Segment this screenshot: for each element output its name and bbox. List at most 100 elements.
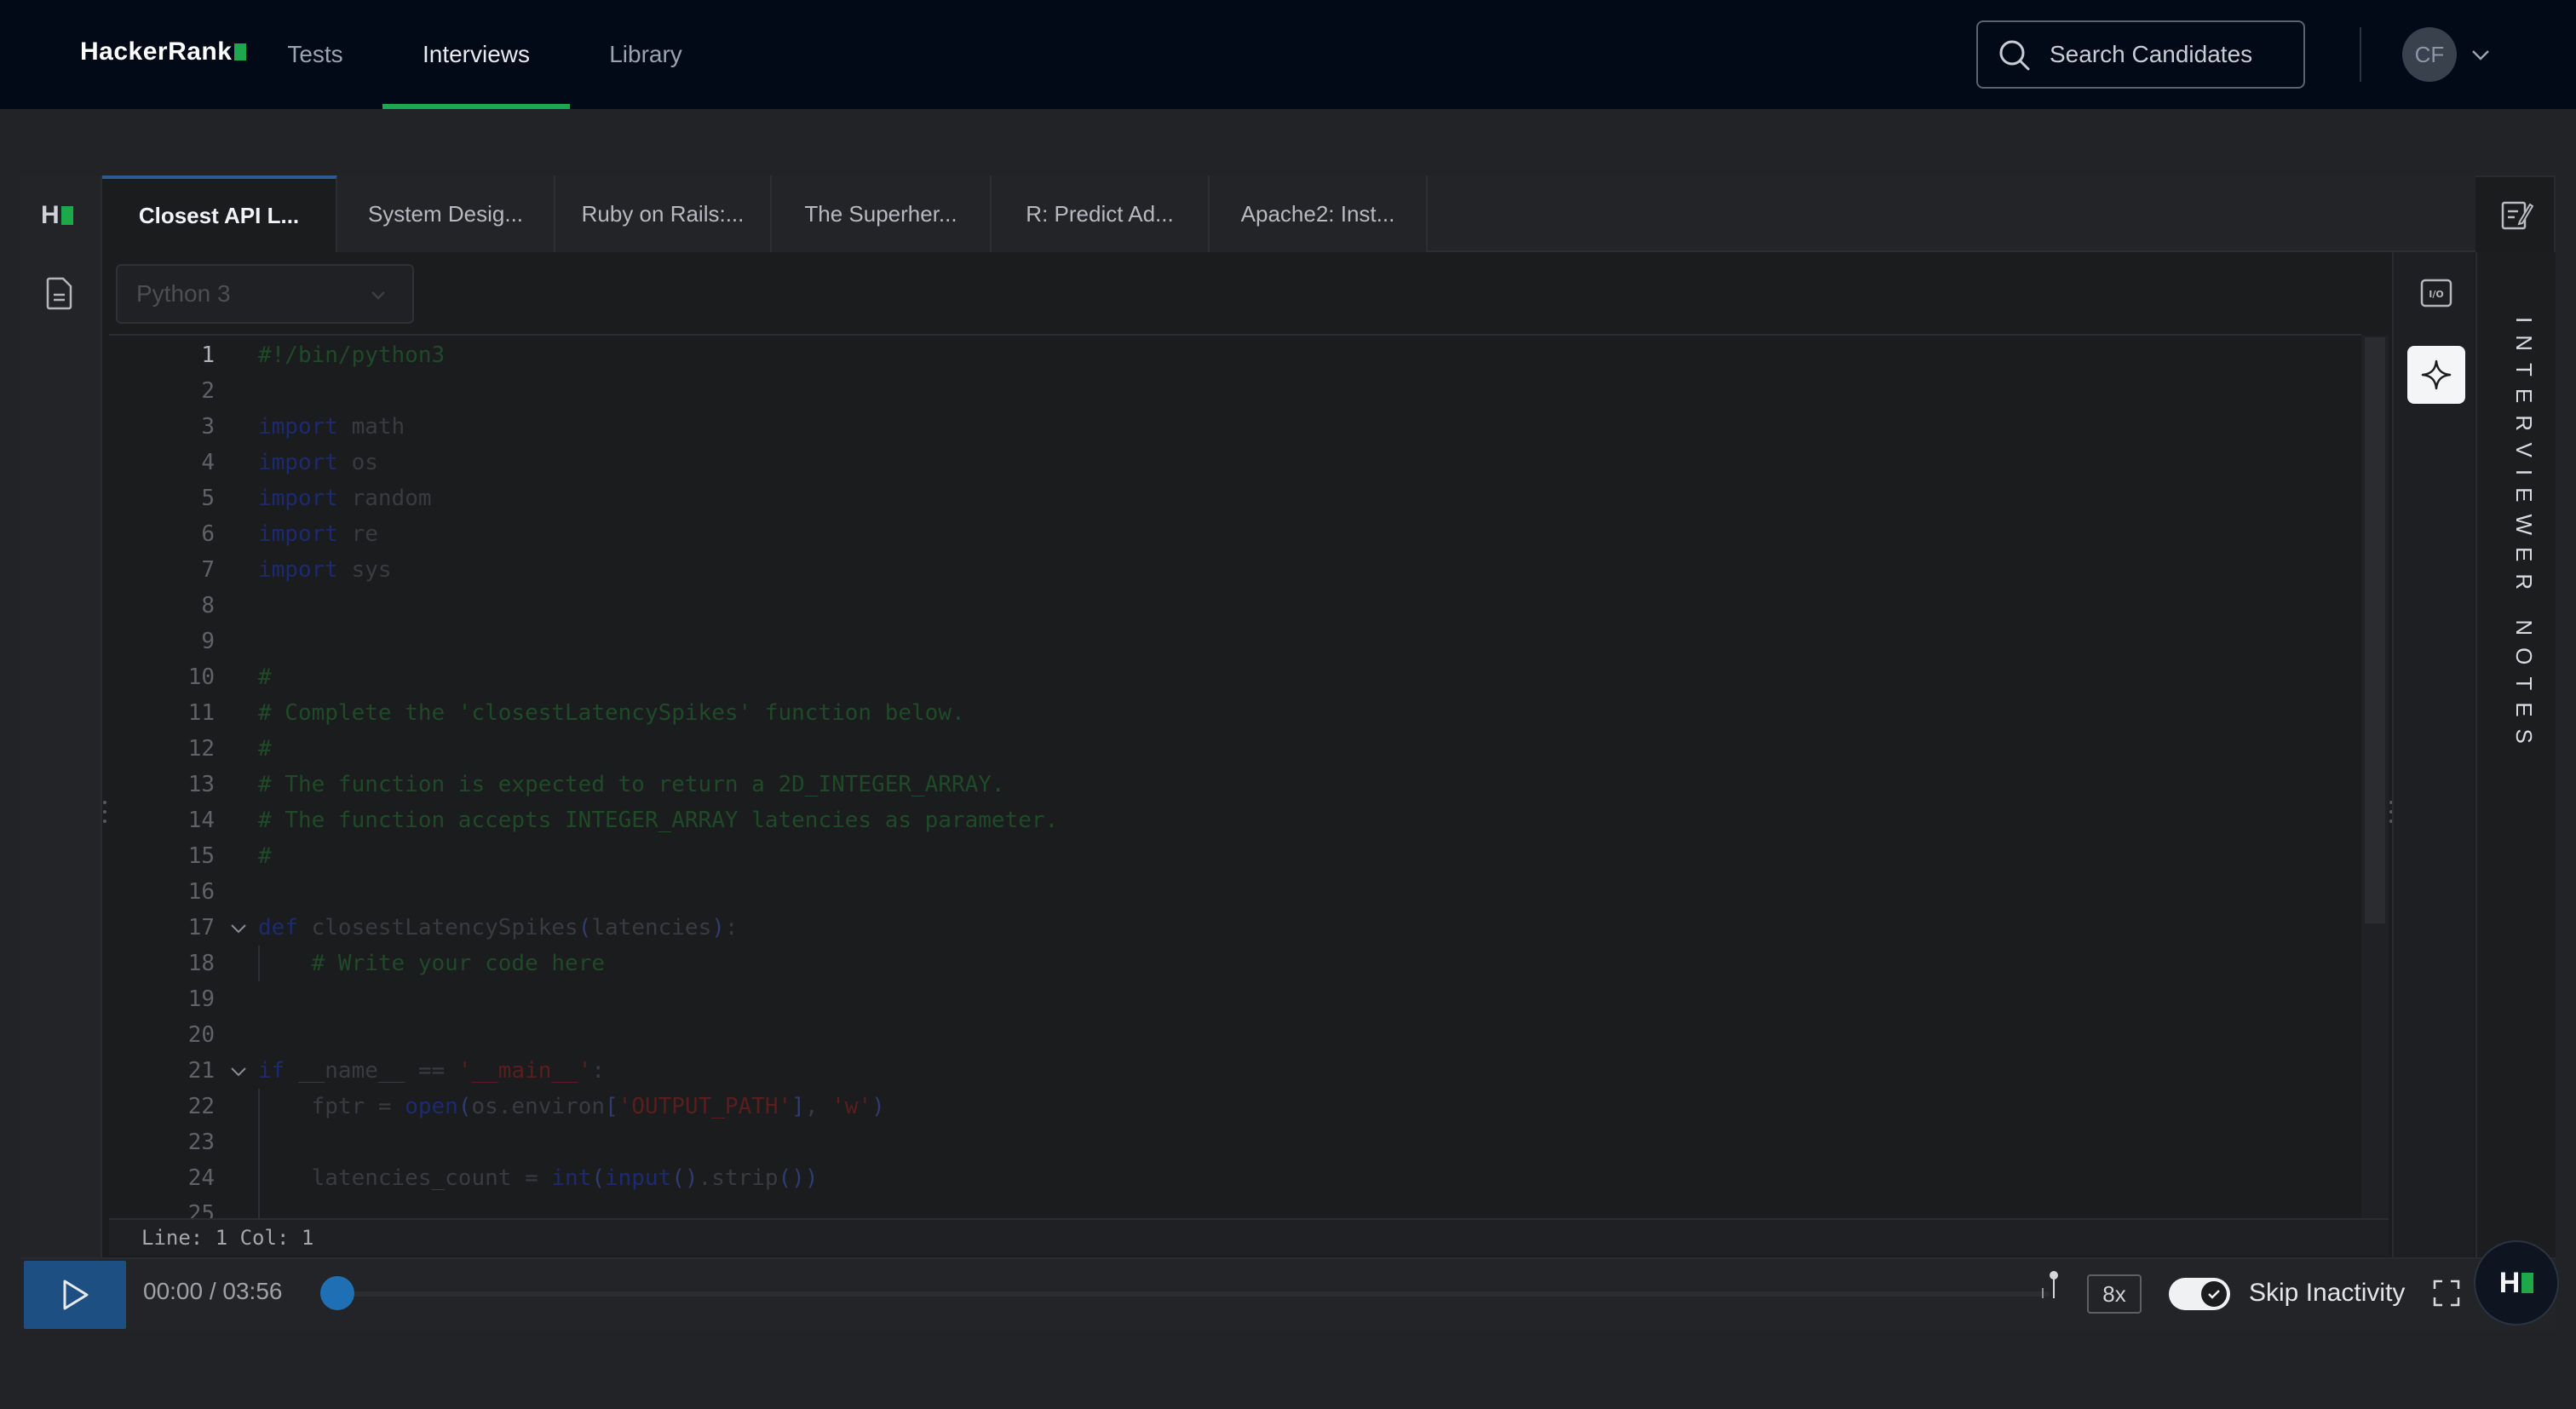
question-tab[interactable]: Apache2: Inst... [1210, 175, 1428, 252]
line-number: 21 [187, 1058, 215, 1084]
line-number: 7 [201, 557, 215, 583]
code-text: import os [258, 445, 378, 480]
code-token: if [258, 1058, 285, 1084]
code-text: #!/bin/python3 [258, 337, 445, 373]
code-line[interactable]: 20 [109, 1017, 2361, 1053]
playback-scrubber[interactable] [320, 1276, 354, 1310]
question-tab[interactable]: The Superher... [772, 175, 992, 252]
fab-label: H [2498, 1266, 2521, 1299]
chevron-down-icon[interactable] [2469, 43, 2493, 66]
playback-speed-button[interactable]: 8x [2087, 1274, 2142, 1314]
code-line[interactable]: 8 [109, 588, 2361, 624]
nav-tab-label: Interviews [422, 41, 531, 67]
nav-tab-tests[interactable]: Tests [281, 0, 349, 109]
line-number: 8 [201, 593, 215, 618]
code-line[interactable]: 11 # Complete the 'closestLatencySpikes' … [109, 695, 2361, 731]
avatar-initials: CF [2414, 41, 2445, 67]
code-line[interactable]: 18 # Write your code here [109, 946, 2361, 981]
line-number: 14 [187, 808, 215, 833]
code-text: import sys [258, 552, 392, 588]
code-token: os [337, 450, 378, 475]
code-line[interactable]: 22 fptr = open(os.environ['OUTPUT_PATH']… [109, 1089, 2361, 1124]
code-text: def closestLatencySpikes(latencies): [258, 910, 739, 946]
ai-assist-button[interactable] [2407, 346, 2465, 404]
skip-inactivity-toggle[interactable] [2169, 1278, 2230, 1310]
nav-tab-label: Tests [287, 41, 343, 67]
fold-chevron-icon[interactable] [228, 1061, 249, 1082]
question-tab-label: The Superher... [804, 200, 957, 227]
question-tab[interactable]: System Desig... [337, 175, 555, 252]
resize-handle-icon[interactable] [102, 799, 107, 825]
code-line[interactable]: 13 # The function is expected to return a… [109, 767, 2361, 802]
code-text: latencies_count = int(input().strip()) [258, 1160, 819, 1196]
code-token: input [605, 1165, 672, 1191]
fullscreen-icon[interactable] [2433, 1280, 2460, 1307]
code-line[interactable]: 17 def closestLatencySpikes(latencies): [109, 910, 2361, 946]
code-text: import random [258, 480, 432, 516]
line-number: 20 [187, 1022, 215, 1048]
nav-tab-interviews[interactable]: Interviews [382, 0, 570, 109]
nav-tab-library[interactable]: Library [596, 0, 695, 109]
timeline-marker-icon [2042, 1271, 2058, 1298]
code-token: [ [605, 1094, 618, 1119]
fold-chevron-icon[interactable] [228, 918, 249, 939]
question-tab[interactable]: Ruby on Rails:... [555, 175, 772, 252]
avatar[interactable]: CF [2402, 27, 2457, 82]
playback-timeline[interactable] [337, 1291, 2050, 1297]
code-line[interactable]: 10 # [109, 659, 2361, 695]
code-line[interactable]: 1 #!/bin/python3 [109, 337, 2361, 373]
code-line[interactable]: 24 latencies_count = int(input().strip()… [109, 1160, 2361, 1196]
code-line[interactable]: 9 [109, 624, 2361, 659]
code-text: import math [258, 409, 405, 445]
question-tab[interactable]: Closest API L... [102, 175, 337, 252]
editor-status-bar: Line: 1 Col: 1 [109, 1218, 2389, 1256]
line-number: 16 [187, 879, 215, 905]
line-number: 25 [187, 1201, 215, 1218]
code-line[interactable]: 7 import sys [109, 552, 2361, 588]
code-line[interactable]: 16 [109, 874, 2361, 910]
language-select[interactable]: Python 3 [116, 264, 414, 324]
code-token: ) [871, 1094, 885, 1119]
playback-speed-value: 8x [2102, 1280, 2126, 1307]
document-icon[interactable] [44, 276, 75, 310]
code-line[interactable]: 19 [109, 981, 2361, 1017]
code-line[interactable]: 14 # The function accepts INTEGER_ARRAY l… [109, 802, 2361, 838]
line-number: 11 [187, 700, 215, 726]
code-line[interactable]: 15 # [109, 838, 2361, 874]
line-number: 9 [201, 629, 215, 654]
code-line[interactable]: 12 # [109, 731, 2361, 767]
code-token: .strip [698, 1165, 779, 1191]
code-line[interactable]: 3 import math [109, 409, 2361, 445]
code-line[interactable]: 23 [109, 1124, 2361, 1160]
code-token: : [724, 915, 739, 940]
code-line[interactable]: 25 [109, 1196, 2361, 1218]
code-text: if __name__ == '__main__': [258, 1053, 605, 1089]
code-token: fptr = [258, 1094, 405, 1119]
question-tab[interactable]: R: Predict Ad... [992, 175, 1210, 252]
rail-logo: H [41, 201, 73, 230]
code-line[interactable]: 5 import random [109, 480, 2361, 516]
code-token: __name__ == [285, 1058, 458, 1084]
code-token: import [258, 414, 338, 440]
play-button[interactable] [24, 1261, 126, 1329]
search-candidates-input[interactable]: Search Candidates [1976, 20, 2305, 89]
hackerrank-help-button[interactable]: H [2474, 1240, 2559, 1326]
code-token: latencies_count = [258, 1165, 552, 1191]
code-line[interactable]: 21 if __name__ == '__main__': [109, 1053, 2361, 1089]
interviewer-notes-label[interactable]: INTERVIEWER NOTES [2494, 317, 2537, 756]
code-line[interactable]: 6 import re [109, 516, 2361, 552]
playback-time: 00:00 / 03:56 [143, 1278, 283, 1304]
code-token: #!/bin/python3 [258, 342, 446, 368]
edit-notes-icon[interactable] [2499, 198, 2533, 232]
brand-logo[interactable]: HackerRank [80, 37, 247, 66]
toggle-knob [2201, 1281, 2227, 1307]
editor-scrollbar-thumb[interactable] [2365, 337, 2385, 923]
line-number: 24 [187, 1165, 215, 1191]
io-icon[interactable]: I/O [2419, 276, 2453, 310]
question-tab-label: Ruby on Rails:... [581, 200, 745, 227]
io-label: I/O [2429, 289, 2443, 300]
code-line[interactable]: 4 import os [109, 445, 2361, 480]
code-editor[interactable]: 1 #!/bin/python3 2 3 import math 4 import os 5 i… [109, 334, 2361, 1218]
line-number: 18 [187, 951, 215, 976]
code-line[interactable]: 2 [109, 373, 2361, 409]
